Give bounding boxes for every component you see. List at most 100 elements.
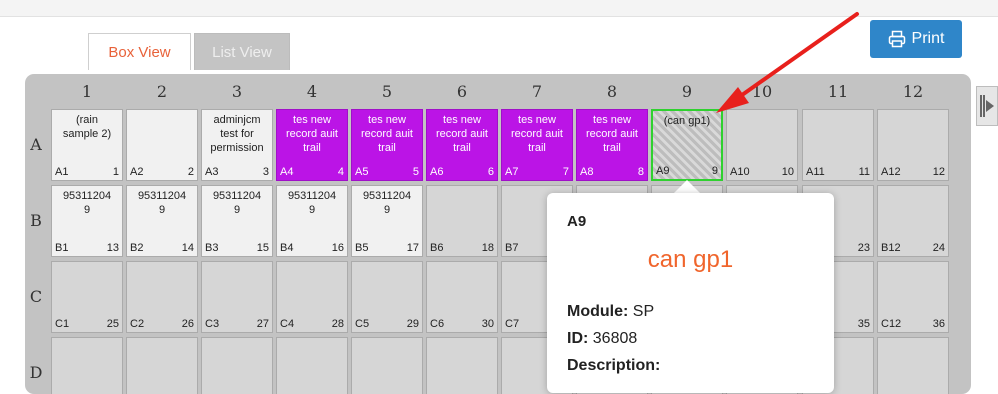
grid-cell[interactable]: A11 11 <box>802 109 874 181</box>
cell-position: A6 <box>430 166 444 178</box>
cell-number: 13 <box>106 242 119 254</box>
grid-cell[interactable]: 95311204 9 B3 15 <box>201 185 273 257</box>
cell-position: C5 <box>355 318 370 330</box>
popover-module: Module: SP <box>567 303 654 321</box>
row-header-D: D <box>29 363 43 382</box>
print-label: Print <box>911 30 945 47</box>
grid-cell[interactable] <box>426 337 498 394</box>
grid-cell[interactable]: C6 30 <box>426 261 498 333</box>
column-header-6: 6 <box>456 82 468 101</box>
id-label: ID: <box>567 330 589 347</box>
cell-position: B7 <box>505 242 519 254</box>
grid-cell[interactable]: tes new record auit trail A7 7 <box>501 109 573 181</box>
cell-position: A11 <box>806 166 825 178</box>
cell-position: B2 <box>130 242 144 254</box>
cell-position: B4 <box>280 242 294 254</box>
grid-cell[interactable]: C12 36 <box>877 261 949 333</box>
grid-cell[interactable]: B12 24 <box>877 185 949 257</box>
cell-position: A9 <box>656 165 670 177</box>
grid-cell[interactable] <box>877 337 949 394</box>
cell-sample-label: 95311204 9 <box>212 190 262 216</box>
grid-cell[interactable] <box>51 337 123 394</box>
cell-number: 36 <box>932 318 945 330</box>
grid-cell[interactable]: (rain sample 2) A1 1 <box>51 109 123 181</box>
cell-sample-label: 95311204 9 <box>62 190 112 216</box>
cell-sample-label: adminjcm test for permission <box>210 114 264 154</box>
row-header-A: A <box>30 135 42 154</box>
cell-number: 14 <box>181 242 194 254</box>
cell-position: C2 <box>130 318 145 330</box>
grid-cell[interactable] <box>201 337 273 394</box>
cell-number: 26 <box>181 318 194 330</box>
grid-cell[interactable]: (can gp1) A9 9 <box>651 109 723 181</box>
tab-box-view[interactable]: Box View <box>88 33 191 70</box>
column-header-12: 12 <box>902 82 924 101</box>
grid-cell[interactable]: tes new record auit trail A8 8 <box>576 109 648 181</box>
grid-cell[interactable]: A2 2 <box>126 109 198 181</box>
column-header-9: 9 <box>681 82 693 101</box>
grid-cell[interactable]: tes new record auit trail A4 4 <box>276 109 348 181</box>
arrow-right-icon <box>980 95 994 117</box>
popover-id: ID: 36808 <box>567 330 637 348</box>
column-header-11: 11 <box>827 82 849 101</box>
cell-sample-label: tes new record auit trail <box>286 114 338 154</box>
grid-cell[interactable]: 95311204 9 B1 13 <box>51 185 123 257</box>
column-header-4: 4 <box>306 82 318 101</box>
grid-cell[interactable]: C1 25 <box>51 261 123 333</box>
grid-cell[interactable]: A12 12 <box>877 109 949 181</box>
cell-position: B6 <box>430 242 444 254</box>
cell-position: A10 <box>730 166 750 178</box>
cell-number: 15 <box>256 242 269 254</box>
cell-sample-label: 95311204 9 <box>362 190 412 216</box>
cell-number: 23 <box>857 242 870 254</box>
grid-cell[interactable] <box>351 337 423 394</box>
cell-number: 2 <box>187 166 194 178</box>
popover-sample-name: can gp1 <box>647 246 734 273</box>
grid-cell[interactable]: C2 26 <box>126 261 198 333</box>
cell-position: A3 <box>205 166 219 178</box>
grid-cell[interactable]: C3 27 <box>201 261 273 333</box>
cell-position: C1 <box>55 318 70 330</box>
column-header-8: 8 <box>606 82 618 101</box>
cell-position: C6 <box>430 318 445 330</box>
description-label: Description: <box>567 357 661 374</box>
grid-cell[interactable] <box>276 337 348 394</box>
tab-list-view[interactable]: List View <box>194 33 290 70</box>
cell-position: C4 <box>280 318 295 330</box>
collapse-handle[interactable] <box>976 86 998 126</box>
popover-description: Description: <box>567 357 660 375</box>
cell-sample-label: tes new record auit trail <box>436 114 488 154</box>
grid-cell[interactable]: 95311204 9 B2 14 <box>126 185 198 257</box>
cell-position: B1 <box>55 242 69 254</box>
column-header-7: 7 <box>531 82 543 101</box>
cell-number: 5 <box>412 166 419 178</box>
cell-position: C7 <box>505 318 520 330</box>
popover-caret <box>673 180 701 194</box>
grid-cell[interactable]: 95311204 9 B4 16 <box>276 185 348 257</box>
id-value: 36808 <box>592 330 638 347</box>
column-header-5: 5 <box>381 82 393 101</box>
grid-cell[interactable]: 95311204 9 B5 17 <box>351 185 423 257</box>
top-bar <box>0 0 998 17</box>
sample-popover: A9 can gp1 Module: SP ID: 36808 Descript… <box>547 193 834 393</box>
cell-position: C12 <box>881 318 902 330</box>
cell-number: 29 <box>406 318 419 330</box>
grid-cell[interactable]: adminjcm test for permission A3 3 <box>201 109 273 181</box>
cell-sample-label: 95311204 9 <box>287 190 337 216</box>
grid-cell[interactable] <box>126 337 198 394</box>
cell-number: 18 <box>481 242 494 254</box>
cell-sample-label: 95311204 9 <box>137 190 187 216</box>
grid-cell[interactable]: tes new record auit trail A5 5 <box>351 109 423 181</box>
print-button[interactable]: Print <box>870 20 962 58</box>
grid-cell[interactable]: C4 28 <box>276 261 348 333</box>
grid-cell[interactable]: A10 10 <box>726 109 798 181</box>
cell-sample-label: (rain sample 2) <box>62 114 112 140</box>
cell-position: A5 <box>355 166 369 178</box>
cell-number: 28 <box>331 318 344 330</box>
row-header-B: B <box>30 211 42 230</box>
column-header-3: 3 <box>231 82 243 101</box>
grid-cell[interactable]: tes new record auit trail A6 6 <box>426 109 498 181</box>
grid-cell[interactable]: B6 18 <box>426 185 498 257</box>
cell-number: 9 <box>711 165 718 177</box>
grid-cell[interactable]: C5 29 <box>351 261 423 333</box>
